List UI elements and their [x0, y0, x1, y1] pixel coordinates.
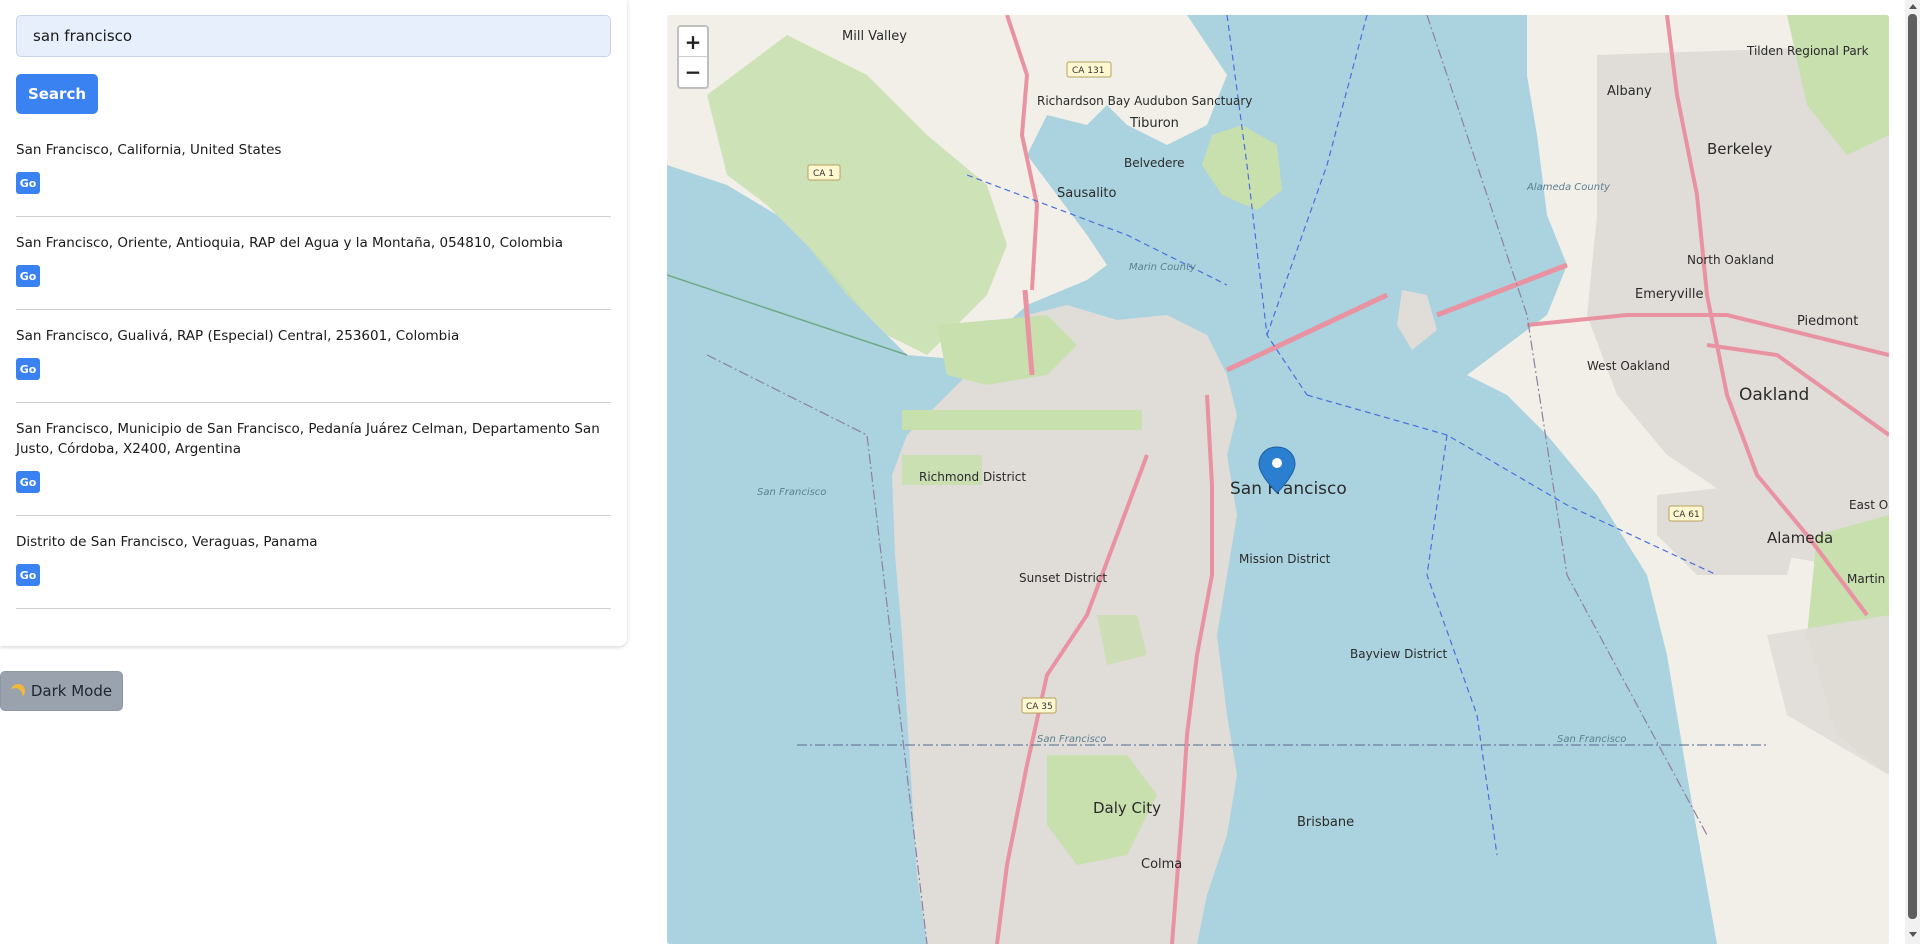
highway-shield: CA 1 [813, 169, 834, 179]
result-label: San Francisco, California, United States [16, 142, 282, 158]
place-label: Belvedere [1124, 156, 1185, 170]
place-label: Richardson Bay Audubon Sanctuary [1037, 94, 1252, 108]
zoom-out-button[interactable]: − [679, 57, 707, 87]
list-item: San Francisco, Oriente, Antioquia, RAP d… [16, 217, 611, 310]
scroll-thumb[interactable] [1908, 14, 1917, 919]
list-item: San Francisco, Municipio de San Francisc… [16, 403, 611, 516]
list-item: Distrito de San Francisco, Veraguas, Pan… [16, 516, 611, 609]
place-label: Emeryville [1635, 287, 1703, 302]
place-label: Berkeley [1707, 140, 1772, 158]
place-label: Mission District [1239, 552, 1331, 566]
search-panel: Search San Francisco, California, United… [0, 0, 627, 646]
search-input[interactable] [16, 15, 611, 57]
place-label: Brisbane [1297, 815, 1354, 830]
place-label: Oakland [1739, 385, 1809, 405]
list-item: San Francisco, Gualivá, RAP (Especial) C… [16, 310, 611, 403]
map[interactable]: Mill Valley Tiburon Belvedere Sausalito … [667, 15, 1889, 944]
scroll-up-arrow-icon[interactable] [1909, 4, 1917, 9]
place-label: Daly City [1093, 799, 1161, 817]
result-label: San Francisco, Municipio de San Francisc… [16, 421, 600, 457]
highway-shield: CA 61 [1673, 510, 1700, 520]
go-button[interactable]: Go [16, 358, 40, 380]
highway-shield: CA 35 [1026, 702, 1053, 712]
zoom-in-button[interactable]: + [679, 27, 707, 57]
county-label: San Francisco [757, 487, 826, 498]
go-button[interactable]: Go [16, 564, 40, 586]
go-button[interactable]: Go [16, 172, 40, 194]
county-label: Marin County [1129, 262, 1197, 273]
result-label: Distrito de San Francisco, Veraguas, Pan… [16, 534, 318, 550]
place-label: Colma [1141, 857, 1182, 872]
place-label: Richmond District [919, 470, 1026, 484]
place-label: Tilden Regional Park [1746, 44, 1869, 58]
map-tiles: Mill Valley Tiburon Belvedere Sausalito … [667, 15, 1889, 944]
place-label: Bayview District [1350, 647, 1448, 661]
place-label: Tiburon [1129, 116, 1179, 131]
results-list: San Francisco, California, United States… [16, 124, 611, 609]
place-label: Alameda [1767, 529, 1833, 547]
moon-icon [9, 682, 27, 700]
go-button[interactable]: Go [16, 471, 40, 493]
place-label: East Oakl [1849, 498, 1889, 512]
county-label: Alameda County [1526, 182, 1611, 193]
city-label: San Francisco [1230, 479, 1347, 499]
place-label: Mill Valley [842, 29, 907, 44]
scroll-down-arrow-icon[interactable] [1909, 932, 1917, 937]
page-scrollbar[interactable] [1905, 0, 1920, 944]
place-label: North Oakland [1687, 253, 1774, 267]
highway-shield: CA 131 [1072, 66, 1104, 76]
dark-mode-label: Dark Mode [30, 682, 113, 700]
place-label: Albany [1607, 84, 1652, 99]
place-label: Sausalito [1057, 186, 1117, 201]
result-label: San Francisco, Gualivá, RAP (Especial) C… [16, 328, 460, 344]
list-item: San Francisco, California, United States… [16, 124, 611, 217]
result-label: San Francisco, Oriente, Antioquia, RAP d… [16, 235, 564, 251]
place-label: Martin Luther King Jr. Regional Shorelin… [1847, 572, 1889, 586]
go-button[interactable]: Go [16, 265, 40, 287]
county-label: San Francisco [1557, 734, 1626, 745]
county-label: San Francisco [1037, 734, 1106, 745]
place-label: Sunset District [1019, 571, 1107, 585]
search-button[interactable]: Search [16, 74, 98, 114]
place-label: Piedmont [1797, 314, 1858, 329]
place-label: West Oakland [1587, 359, 1670, 373]
dark-mode-button[interactable]: Dark Mode [0, 671, 123, 711]
zoom-control: + − [677, 25, 709, 89]
